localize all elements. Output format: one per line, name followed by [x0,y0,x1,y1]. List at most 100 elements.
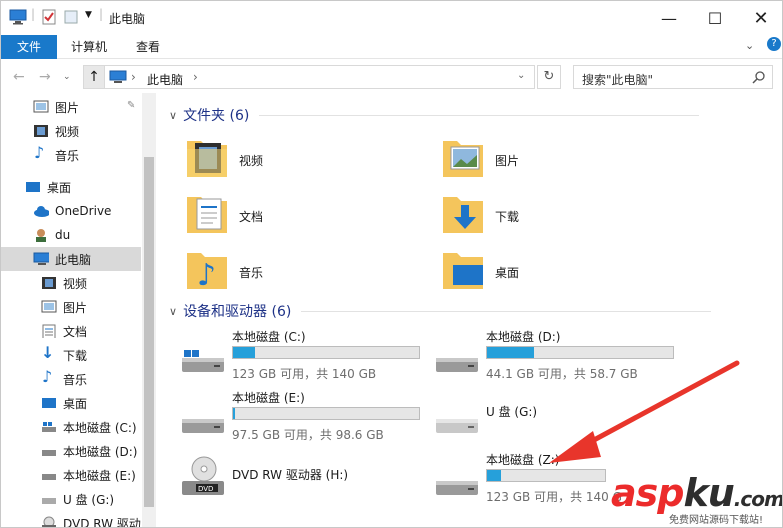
nav-item-drive-e[interactable]: 本地磁盘 (E:) [1,463,141,487]
breadcrumb-chevron-icon[interactable]: › [131,70,136,84]
separator: | [99,7,104,21]
drive-name: DVD RW 驱动器 (H:) [232,468,349,482]
drive-c[interactable]: 本地磁盘 (C:) 123 GB 可用，共 140 GB [176,328,426,386]
drive-name: 本地磁盘 (Z:) [486,453,560,467]
chevron-down-icon[interactable]: ▼ [85,10,92,20]
usage-bar [486,346,674,359]
folder-videos[interactable]: 视频 [183,133,423,185]
tab-file[interactable]: 文件 [1,35,57,59]
windows-drive-icon [42,422,56,432]
videos-icon [34,125,48,137]
nav-item-onedrive[interactable]: OneDrive [1,199,141,223]
nav-item-videos[interactable]: 视频 [1,119,141,143]
folder-pictures[interactable]: 图片 [439,133,679,185]
this-pc-icon [109,70,127,83]
downloads-icon: ↓ [41,343,55,362]
onedrive-icon [34,206,49,217]
drive-name: 本地磁盘 (E:) [232,391,305,405]
forward-arrow-icon[interactable]: → [39,69,51,85]
drive-d[interactable]: 本地磁盘 (D:) 44.1 GB 可用，共 58.7 GB [430,328,680,386]
breadcrumb[interactable]: 此电脑 [147,71,183,88]
nav-item-pictures[interactable]: 图片 [1,295,141,319]
minimize-button[interactable]: — [646,1,692,35]
back-arrow-icon[interactable]: ← [13,69,25,85]
dvd-drive-icon [42,516,56,527]
usage-bar-fill [233,347,256,358]
nav-item-user[interactable]: du [1,223,141,247]
nav-item-this-pc[interactable]: 此电脑 [1,247,141,271]
folder-documents[interactable]: 文档 [183,189,423,241]
dvd-drive-icon: DVD [182,456,224,495]
music-folder-icon: ♪ [187,253,227,293]
pictures-icon [33,100,49,113]
folder-label: 文档 [239,210,264,224]
nav-item-desktop[interactable]: 桌面 [1,391,141,415]
maximize-button[interactable]: ☐ [692,1,738,35]
chevron-down-icon[interactable]: ∨ [169,305,177,318]
nav-item-drive-d[interactable]: 本地磁盘 (D:) [1,439,141,463]
usb-drive-icon [42,498,56,504]
drive-e[interactable]: 本地磁盘 (E:) 97.5 GB 可用，共 98.6 GB [176,389,426,447]
properties-icon[interactable] [41,9,57,25]
drive-icon [436,481,478,495]
nav-item-documents[interactable]: 文档 [1,319,141,343]
music-icon: ♪ [34,143,45,162]
nav-item-label: 此电脑 [55,252,92,267]
navigation-pane: 图片 ✎ 视频 ♪ 音乐 桌面 OneDrive du 此电脑 视频 图片 文档… [1,93,156,527]
dvd-drive-h[interactable]: DVD DVD RW 驱动器 (H:) [176,451,426,509]
nav-item-music[interactable]: ♪ 音乐 [1,143,141,167]
nav-item-usb-g[interactable]: U 盘 (G:) [1,487,141,511]
svg-text:DVD: DVD [198,485,213,493]
drive-icon [42,450,56,456]
folder-music[interactable]: ♪ 音乐 [183,245,423,297]
folders-group-header[interactable]: ∨ 文件夹 (6) [169,105,700,125]
nav-item-label: U 盘 (G:) [63,492,115,507]
nav-item-label: 本地磁盘 (E:) [63,468,136,483]
tab-computer[interactable]: 计算机 [63,35,115,59]
pictures-icon [41,300,57,313]
chevron-down-icon[interactable]: ⌄ [517,70,525,81]
nav-item-videos[interactable]: 视频 [1,271,141,295]
documents-folder-icon [187,197,227,233]
usage-bar [232,346,420,359]
divider [259,114,700,116]
scrollbar-thumb[interactable] [144,157,154,507]
documents-icon [42,324,56,338]
nav-scrollbar[interactable] [142,93,156,527]
address-bar[interactable]: › 此电脑 › ⌄ [83,65,535,89]
nav-item-label: OneDrive [55,204,112,218]
refresh-icon[interactable]: ↻ [537,65,561,89]
nav-item-desktop[interactable]: 桌面 [1,175,141,199]
nav-item-downloads[interactable]: ↓ 下载 [1,343,141,367]
new-folder-icon[interactable] [63,9,79,25]
drive-icon [42,474,56,480]
tab-view[interactable]: 查看 [125,35,171,59]
up-arrow-button[interactable]: ↑ [83,65,105,89]
breadcrumb-chevron-icon[interactable]: › [193,70,198,84]
user-icon [36,229,46,242]
watermark-caption: 免费网站源码下载站! [669,515,764,526]
chevron-down-icon[interactable]: ∨ [169,109,177,122]
music-icon: ♪ [42,367,53,386]
content-pane: ∨ 文件夹 (6) 视频 图片 文档 下载 ♪ 音乐 桌面 ∨ 设备和驱动器 (… [159,93,782,527]
search-input[interactable]: 搜索"此电脑" [573,65,773,89]
recent-locations-chevron-icon[interactable]: ⌄ [63,72,71,82]
nav-item-pictures[interactable]: 图片 ✎ [1,95,141,119]
usb-drive-icon [436,419,478,433]
folder-desktop[interactable]: 桌面 [439,245,679,297]
devices-group-header[interactable]: ∨ 设备和驱动器 (6) [169,301,712,321]
this-pc-icon [33,252,49,265]
pin-icon[interactable]: ✎ [127,100,135,111]
help-icon[interactable]: ? [767,37,781,51]
title-bar: | ▼ | 此电脑 — ☐ ✕ [1,1,782,35]
drive-free-space: 123 GB 可用，共 140 GB [232,367,377,381]
nav-item-drive-c[interactable]: 本地磁盘 (C:) [1,415,141,439]
nav-item-music[interactable]: ♪ 音乐 [1,367,141,391]
usb-drive-g[interactable]: U 盘 (G:) [430,389,680,447]
nav-item-dvd[interactable]: DVD RW 驱动 [1,511,141,527]
nav-item-label: 视频 [55,124,80,139]
chevron-down-icon[interactable]: ⌄ [745,39,754,52]
folder-downloads[interactable]: 下载 [439,189,679,241]
folder-label: 下载 [495,210,520,224]
close-button[interactable]: ✕ [738,1,782,35]
